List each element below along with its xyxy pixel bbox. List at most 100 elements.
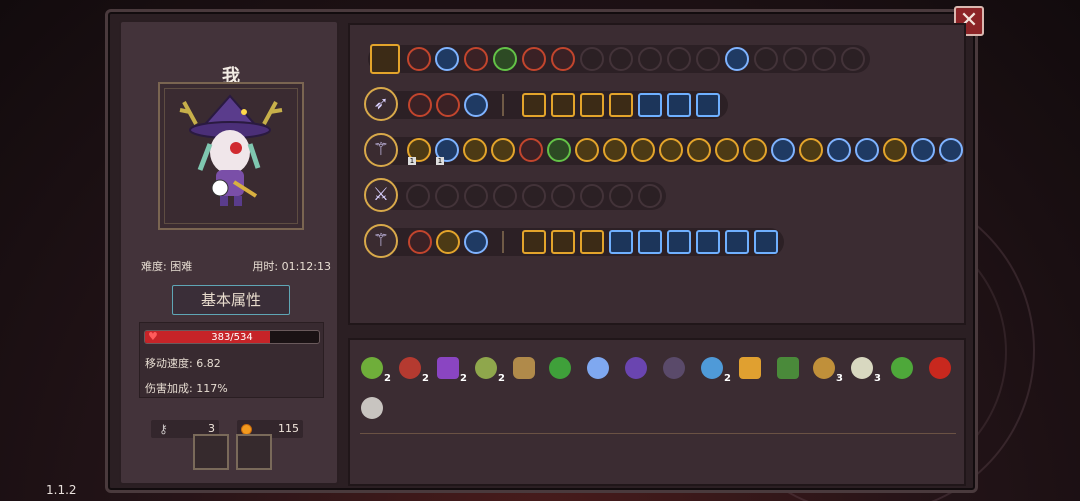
empty-skill-slot[interactable] — [667, 47, 691, 71]
item-hat-icon[interactable] — [622, 354, 650, 382]
upgrade-icon[interactable] — [609, 230, 633, 254]
upgrade-icon[interactable] — [609, 93, 633, 117]
skill-icon[interactable] — [743, 138, 767, 162]
upgrade-icon[interactable] — [638, 230, 662, 254]
item-bow-icon[interactable] — [698, 354, 726, 382]
skill-icon[interactable] — [939, 138, 963, 162]
item-frog-icon[interactable] — [888, 354, 916, 382]
hp-text: 383/534 — [211, 332, 253, 343]
item-count: 3 — [836, 373, 843, 384]
inventory-divider — [360, 433, 956, 434]
upgrade-icon[interactable] — [667, 93, 691, 117]
empty-slot-1[interactable] — [193, 434, 229, 470]
item-worm-icon[interactable] — [472, 354, 500, 382]
weapon-spear-slot[interactable]: ➶ — [364, 87, 398, 121]
equipment-panel: ➶ ⚚ 1 1 ⚔ ⚚ — [348, 23, 966, 325]
stats-box: ♥ 383/534 移动速度: 6.82 伤害加成: 117% — [139, 322, 324, 398]
empty-skill-slot[interactable] — [580, 184, 604, 208]
skill-icon[interactable] — [463, 138, 487, 162]
skill-icon[interactable] — [631, 138, 655, 162]
witch-character-icon — [179, 94, 283, 206]
item-leaf-icon[interactable] — [546, 354, 574, 382]
skill-icon[interactable] — [408, 230, 432, 254]
skill-icon[interactable] — [799, 138, 823, 162]
empty-skill-slot[interactable] — [754, 47, 778, 71]
skill-icon[interactable] — [827, 138, 851, 162]
upgrade-icon[interactable] — [551, 93, 575, 117]
upgrade-icon[interactable] — [696, 93, 720, 117]
upgrade-icon[interactable] — [580, 93, 604, 117]
item-demon-icon[interactable] — [926, 354, 954, 382]
item-boot-green-icon[interactable] — [774, 354, 802, 382]
empty-skill-slot[interactable] — [812, 47, 836, 71]
upgrade-icon[interactable] — [754, 230, 778, 254]
skill-icon[interactable] — [715, 138, 739, 162]
upgrade-icon[interactable] — [696, 230, 720, 254]
upgrade-icon[interactable] — [667, 230, 691, 254]
item-pickaxe-icon[interactable] — [810, 354, 838, 382]
skill-diamond-icon[interactable] — [408, 93, 432, 117]
skill-book-icon[interactable] — [725, 47, 749, 71]
skill-icon[interactable] — [659, 138, 683, 162]
empty-skill-slot[interactable] — [493, 184, 517, 208]
empty-skill-slot[interactable] — [464, 184, 488, 208]
weapon-blade-slot[interactable]: ⚔ — [364, 178, 398, 212]
skill-swirl-icon[interactable] — [464, 47, 488, 71]
weapon-wand-slot[interactable]: ⚚ — [364, 224, 398, 258]
upgrade-icon[interactable] — [580, 230, 604, 254]
empty-skill-slot[interactable] — [522, 184, 546, 208]
empty-skill-slot[interactable] — [435, 184, 459, 208]
item-gauntlet-icon[interactable] — [736, 354, 764, 382]
skill-wolf-icon[interactable] — [435, 47, 459, 71]
skill-crescent-icon[interactable] — [464, 93, 488, 117]
empty-skill-slot[interactable] — [609, 47, 633, 71]
character-panel: 我 难度: 困难 用时: 01:12:13 基本属性 ♥ 383/534 移动速… — [119, 20, 339, 485]
skill-icon[interactable] — [883, 138, 907, 162]
item-jaw-icon[interactable] — [848, 354, 876, 382]
skill-icon[interactable] — [687, 138, 711, 162]
skill-flower-icon[interactable] — [522, 47, 546, 71]
skill-icon[interactable] — [547, 138, 571, 162]
upgrade-icon[interactable] — [522, 93, 546, 117]
chest-icon[interactable] — [370, 44, 400, 74]
skill-fire-icon[interactable] — [407, 47, 431, 71]
item-boot-icon[interactable] — [434, 354, 462, 382]
upgrade-icon[interactable] — [551, 230, 575, 254]
item-crystal-icon[interactable] — [358, 394, 386, 422]
empty-skill-slot[interactable] — [696, 47, 720, 71]
staff-icon: ⚚ — [372, 139, 390, 160]
empty-skill-slot[interactable] — [783, 47, 807, 71]
empty-skill-slot[interactable] — [551, 184, 575, 208]
skill-icon[interactable] — [575, 138, 599, 162]
empty-skill-slot[interactable] — [638, 184, 662, 208]
item-cloak-icon[interactable] — [660, 354, 688, 382]
upgrade-icon[interactable] — [725, 230, 749, 254]
empty-skill-slot[interactable] — [580, 47, 604, 71]
character-portrait — [158, 82, 304, 230]
item-gem-icon[interactable] — [584, 354, 612, 382]
empty-slot-2[interactable] — [236, 434, 272, 470]
item-horn-icon[interactable] — [358, 354, 386, 382]
skill-cherry-icon[interactable] — [551, 47, 575, 71]
item-eye-icon[interactable] — [396, 354, 424, 382]
empty-skill-slot[interactable] — [638, 47, 662, 71]
skill-hourglass-icon[interactable] — [436, 93, 460, 117]
item-lantern-icon[interactable] — [510, 354, 538, 382]
skill-icon[interactable] — [771, 138, 795, 162]
upgrade-icon[interactable] — [522, 230, 546, 254]
skill-skull-icon[interactable] — [493, 47, 517, 71]
empty-skill-slot[interactable] — [841, 47, 865, 71]
weapon-staff-slot[interactable]: ⚚ — [364, 133, 398, 167]
skill-icon[interactable] — [436, 230, 460, 254]
skill-icon[interactable] — [519, 138, 543, 162]
skill-icon[interactable] — [491, 138, 515, 162]
skill-icon[interactable] — [911, 138, 935, 162]
skill-icon[interactable] — [855, 138, 879, 162]
empty-skill-slot[interactable] — [609, 184, 633, 208]
upgrade-icon[interactable] — [638, 93, 662, 117]
skill-icon[interactable] — [464, 230, 488, 254]
empty-skill-slot[interactable] — [406, 184, 430, 208]
tab-basic-attributes[interactable]: 基本属性 — [172, 285, 290, 315]
blade-icon: ⚔ — [372, 184, 390, 205]
skill-icon[interactable] — [603, 138, 627, 162]
